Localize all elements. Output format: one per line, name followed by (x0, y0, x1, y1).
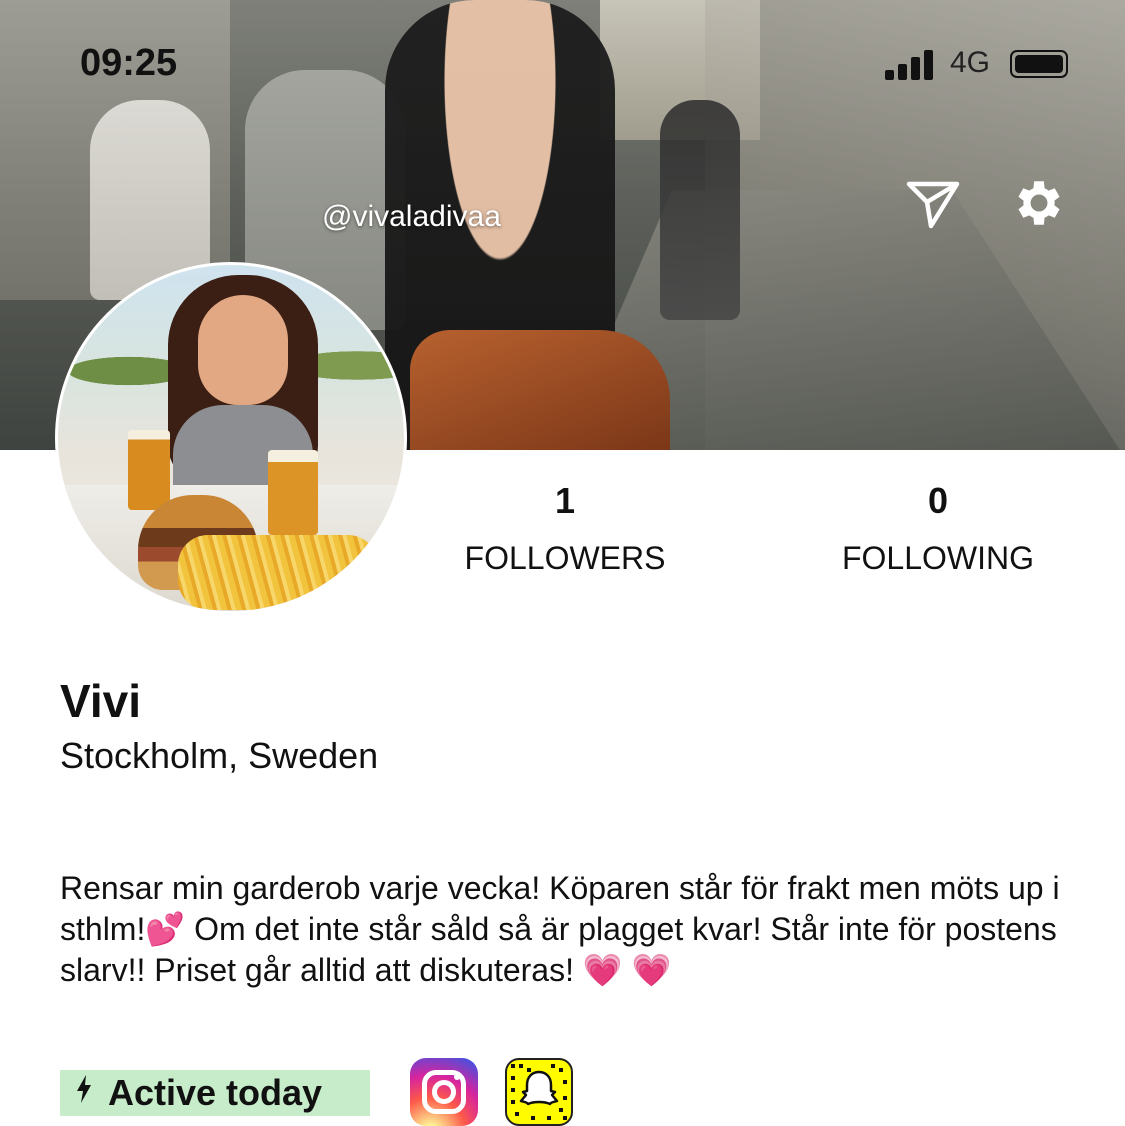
profile-bio: Rensar min garderob varje vecka! Köparen… (60, 870, 1060, 988)
send-button[interactable] (905, 178, 961, 230)
settings-button[interactable] (1010, 174, 1068, 232)
profile-username: @vivaladivaa (322, 200, 501, 233)
following-label: FOLLOWING (841, 540, 1034, 576)
snapchat-icon (511, 1064, 567, 1120)
following-stat[interactable]: 0 FOLLOWING (788, 480, 1088, 577)
following-count: 0 (927, 480, 949, 521)
lightning-icon (74, 1074, 94, 1112)
network-type: 4G (950, 46, 991, 79)
gear-icon (1018, 181, 1060, 225)
profile-name: Vivi (60, 675, 141, 727)
instagram-button[interactable] (410, 1058, 478, 1126)
followers-count: 1 (554, 480, 576, 521)
followers-stat[interactable]: 1 FOLLOWERS (415, 480, 715, 577)
status-time: 09:25 (80, 42, 178, 84)
battery-icon (1010, 50, 1068, 78)
activity-label: Active today (108, 1072, 323, 1113)
signal-icon (885, 50, 939, 80)
followers-label: FOLLOWERS (464, 540, 666, 576)
status-bar: 09:25 4G (0, 40, 1125, 90)
activity-badge: Active today (60, 1070, 370, 1116)
profile-avatar[interactable] (55, 262, 407, 614)
profile-location: Stockholm, Sweden (60, 735, 379, 776)
snapchat-button[interactable] (505, 1058, 573, 1126)
send-icon (906, 181, 960, 229)
